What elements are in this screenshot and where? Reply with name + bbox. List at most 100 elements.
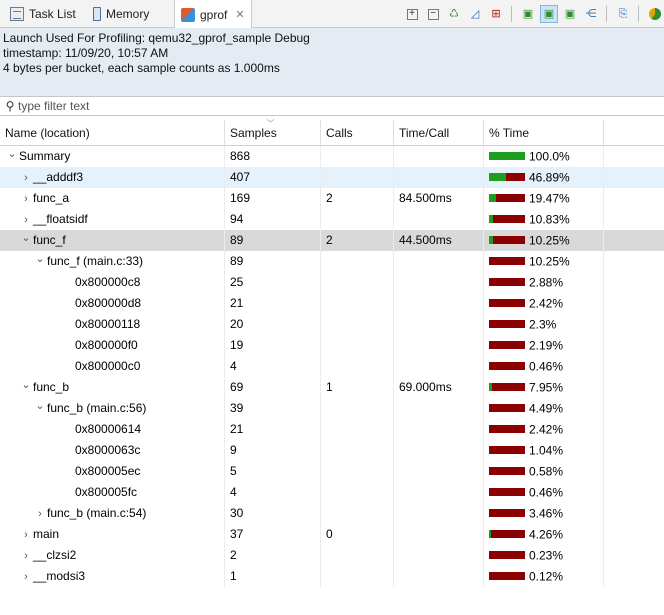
- sort-icon: ♺: [449, 7, 459, 20]
- export-csv-button[interactable]: ⊞: [487, 5, 505, 23]
- function-name: func_f (main.c:33): [47, 254, 144, 268]
- table-row[interactable]: 0x800000f0 19 2.19%: [0, 335, 664, 356]
- open-file-button[interactable]: ◿: [466, 5, 484, 23]
- pct-time-bar: [489, 382, 525, 391]
- column-header-pct-time[interactable]: % Time: [484, 120, 604, 146]
- pct-time-cell: 46.89%: [484, 167, 604, 188]
- table-row[interactable]: ⌄ func_f 89 2 44.500ms 10.25%: [0, 230, 664, 251]
- pct-time-cell: 0.23%: [484, 545, 604, 566]
- pct-time-value: 2.42%: [529, 296, 564, 311]
- table-row[interactable]: 0x80000118 20 2.3%: [0, 314, 664, 335]
- collapse-all-button[interactable]: −: [424, 5, 442, 23]
- filler-cell: [604, 482, 664, 503]
- table-row[interactable]: 0x800000c8 25 2.88%: [0, 272, 664, 293]
- function-name: __adddf3: [33, 170, 84, 184]
- toolbar-separator: [606, 6, 607, 22]
- column-header-samples[interactable]: ﹀ Samples: [225, 120, 321, 146]
- collapse-chevron-right-icon[interactable]: ›: [19, 189, 33, 209]
- function-name: 0x80000614: [75, 422, 142, 436]
- pct-time-value: 0.46%: [529, 359, 564, 374]
- tab-label: Memory: [106, 7, 150, 21]
- pct-time-value: 1.04%: [529, 443, 564, 458]
- collapse-chevron-right-icon[interactable]: ›: [33, 504, 47, 524]
- time-per-call-cell: 84.500ms: [394, 188, 484, 209]
- table-row[interactable]: ⌄ func_b 69 1 69.000ms 7.95%: [0, 377, 664, 398]
- table-row[interactable]: ⌄ func_f (main.c:33) 89 10.25%: [0, 251, 664, 272]
- collapse-chevron-right-icon[interactable]: ›: [19, 168, 33, 188]
- function-name: 0x800000f0: [75, 338, 138, 352]
- filter-input[interactable]: [18, 99, 618, 113]
- tab-memory[interactable]: Memory: [87, 0, 155, 28]
- collapse-chevron-right-icon[interactable]: ›: [19, 210, 33, 230]
- call-graph-button[interactable]: ⋲: [582, 5, 600, 23]
- tab-label: gprof: [200, 7, 228, 22]
- pct-time-bar: [489, 340, 525, 349]
- pct-time-value: 10.83%: [529, 212, 570, 227]
- table-row[interactable]: ⌄ func_b (main.c:56) 39 4.49%: [0, 398, 664, 419]
- pct-time-value: 10.25%: [529, 233, 570, 248]
- table-row[interactable]: 0x800000d8 21 2.42%: [0, 293, 664, 314]
- samples-cell: 69: [225, 377, 321, 398]
- samples-cell: 94: [225, 209, 321, 230]
- function-name: 0x800000d8: [75, 296, 142, 310]
- pct-time-cell: 4.26%: [484, 524, 604, 545]
- table-row[interactable]: › __clzsi2 2 0.23%: [0, 545, 664, 566]
- search-icon: ⚲: [5, 99, 15, 113]
- sort-button[interactable]: ♺: [445, 5, 463, 23]
- function-view-button[interactable]: ▣: [540, 5, 558, 23]
- tab-gprof[interactable]: gprof ✕: [174, 0, 252, 29]
- tab-task-list[interactable]: Task List: [4, 0, 82, 28]
- export-icon: ⊞: [491, 7, 501, 20]
- table-row[interactable]: 0x800000c0 4 0.46%: [0, 356, 664, 377]
- column-header-name[interactable]: Name (location): [0, 120, 225, 146]
- load-icon: ⎘: [618, 7, 628, 20]
- expand-chevron-down-icon[interactable]: ⌄: [19, 377, 33, 396]
- samples-cell: 407: [225, 167, 321, 188]
- table-row[interactable]: 0x80000614 21 2.42%: [0, 419, 664, 440]
- function-name: func_b (main.c:54): [47, 506, 147, 520]
- table-row[interactable]: › func_b (main.c:54) 30 3.46%: [0, 503, 664, 524]
- pct-time-bar-fill: [489, 235, 493, 244]
- table-row[interactable]: › main 37 0 4.26%: [0, 524, 664, 545]
- column-header-time-call[interactable]: Time/Call: [394, 120, 484, 146]
- collapse-chevron-right-icon[interactable]: ›: [19, 567, 33, 587]
- expand-all-button[interactable]: +: [403, 5, 421, 23]
- filler-cell: [604, 335, 664, 356]
- filler-cell: [604, 209, 664, 230]
- table-row[interactable]: › __floatsidf 94 10.83%: [0, 209, 664, 230]
- pie-chart-button[interactable]: [646, 5, 664, 23]
- chart-icon: ◿: [470, 7, 480, 20]
- expand-chevron-down-icon[interactable]: ⌄: [33, 251, 47, 270]
- pct-time-bar: [489, 361, 525, 370]
- column-header-calls[interactable]: Calls: [321, 120, 394, 146]
- name-cell: 0x800000f0: [0, 335, 225, 356]
- time-per-call-cell: [394, 272, 484, 293]
- collapse-chevron-right-icon[interactable]: ›: [19, 525, 33, 545]
- calls-cell: [321, 545, 394, 566]
- name-cell: 0x800005ec: [0, 461, 225, 482]
- table-row[interactable]: ⌄ Summary 868 100.0%: [0, 146, 664, 167]
- function-view-icon: ▣: [543, 7, 555, 20]
- expand-chevron-down-icon[interactable]: ⌄: [5, 146, 19, 165]
- table-row[interactable]: › __modsi3 1 0.12%: [0, 566, 664, 587]
- table-row[interactable]: 0x800005ec 5 0.58%: [0, 461, 664, 482]
- filler-cell: [604, 419, 664, 440]
- close-tab-icon[interactable]: ✕: [235, 8, 244, 21]
- expand-chevron-down-icon[interactable]: ⌄: [19, 230, 33, 249]
- table-row[interactable]: › func_a 169 2 84.500ms 19.47%: [0, 188, 664, 209]
- load-button[interactable]: ⎘: [614, 5, 632, 23]
- flat-view-button[interactable]: ▣: [519, 5, 537, 23]
- file-view-button[interactable]: ▣: [561, 5, 579, 23]
- expand-chevron-down-icon[interactable]: ⌄: [33, 398, 47, 417]
- collapse-chevron-right-icon[interactable]: ›: [19, 546, 33, 566]
- table-row[interactable]: 0x800005fc 4 0.46%: [0, 482, 664, 503]
- function-name: 0x800005fc: [75, 485, 138, 499]
- toolbar-separator: [511, 6, 512, 22]
- filler-cell: [604, 272, 664, 293]
- samples-cell: 9: [225, 440, 321, 461]
- filler-cell: [604, 440, 664, 461]
- table-row[interactable]: › __adddf3 407 46.89%: [0, 167, 664, 188]
- pct-time-cell: 19.47%: [484, 188, 604, 209]
- table-row[interactable]: 0x8000063c 9 1.04%: [0, 440, 664, 461]
- samples-cell: 1: [225, 566, 321, 587]
